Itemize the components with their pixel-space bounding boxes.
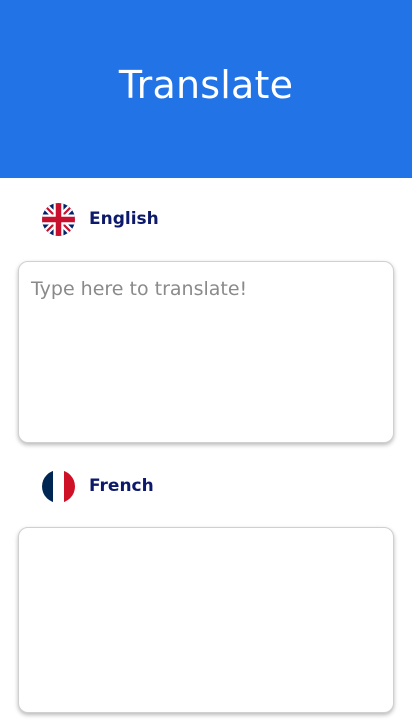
- target-text-box: [18, 527, 394, 713]
- uk-flag-icon: [42, 202, 75, 236]
- france-flag-icon: [42, 469, 75, 503]
- source-text-input[interactable]: [19, 262, 393, 442]
- source-text-box: [18, 261, 394, 443]
- page-title: Translate: [118, 63, 294, 107]
- translate-app: Translate English French: [0, 0, 412, 721]
- app-header: Translate: [0, 0, 412, 178]
- source-language-selector[interactable]: English: [42, 202, 159, 236]
- target-language-selector[interactable]: French: [42, 469, 154, 503]
- target-language-label: French: [89, 476, 154, 496]
- translation-output: [19, 528, 393, 560]
- source-language-label: English: [89, 209, 159, 229]
